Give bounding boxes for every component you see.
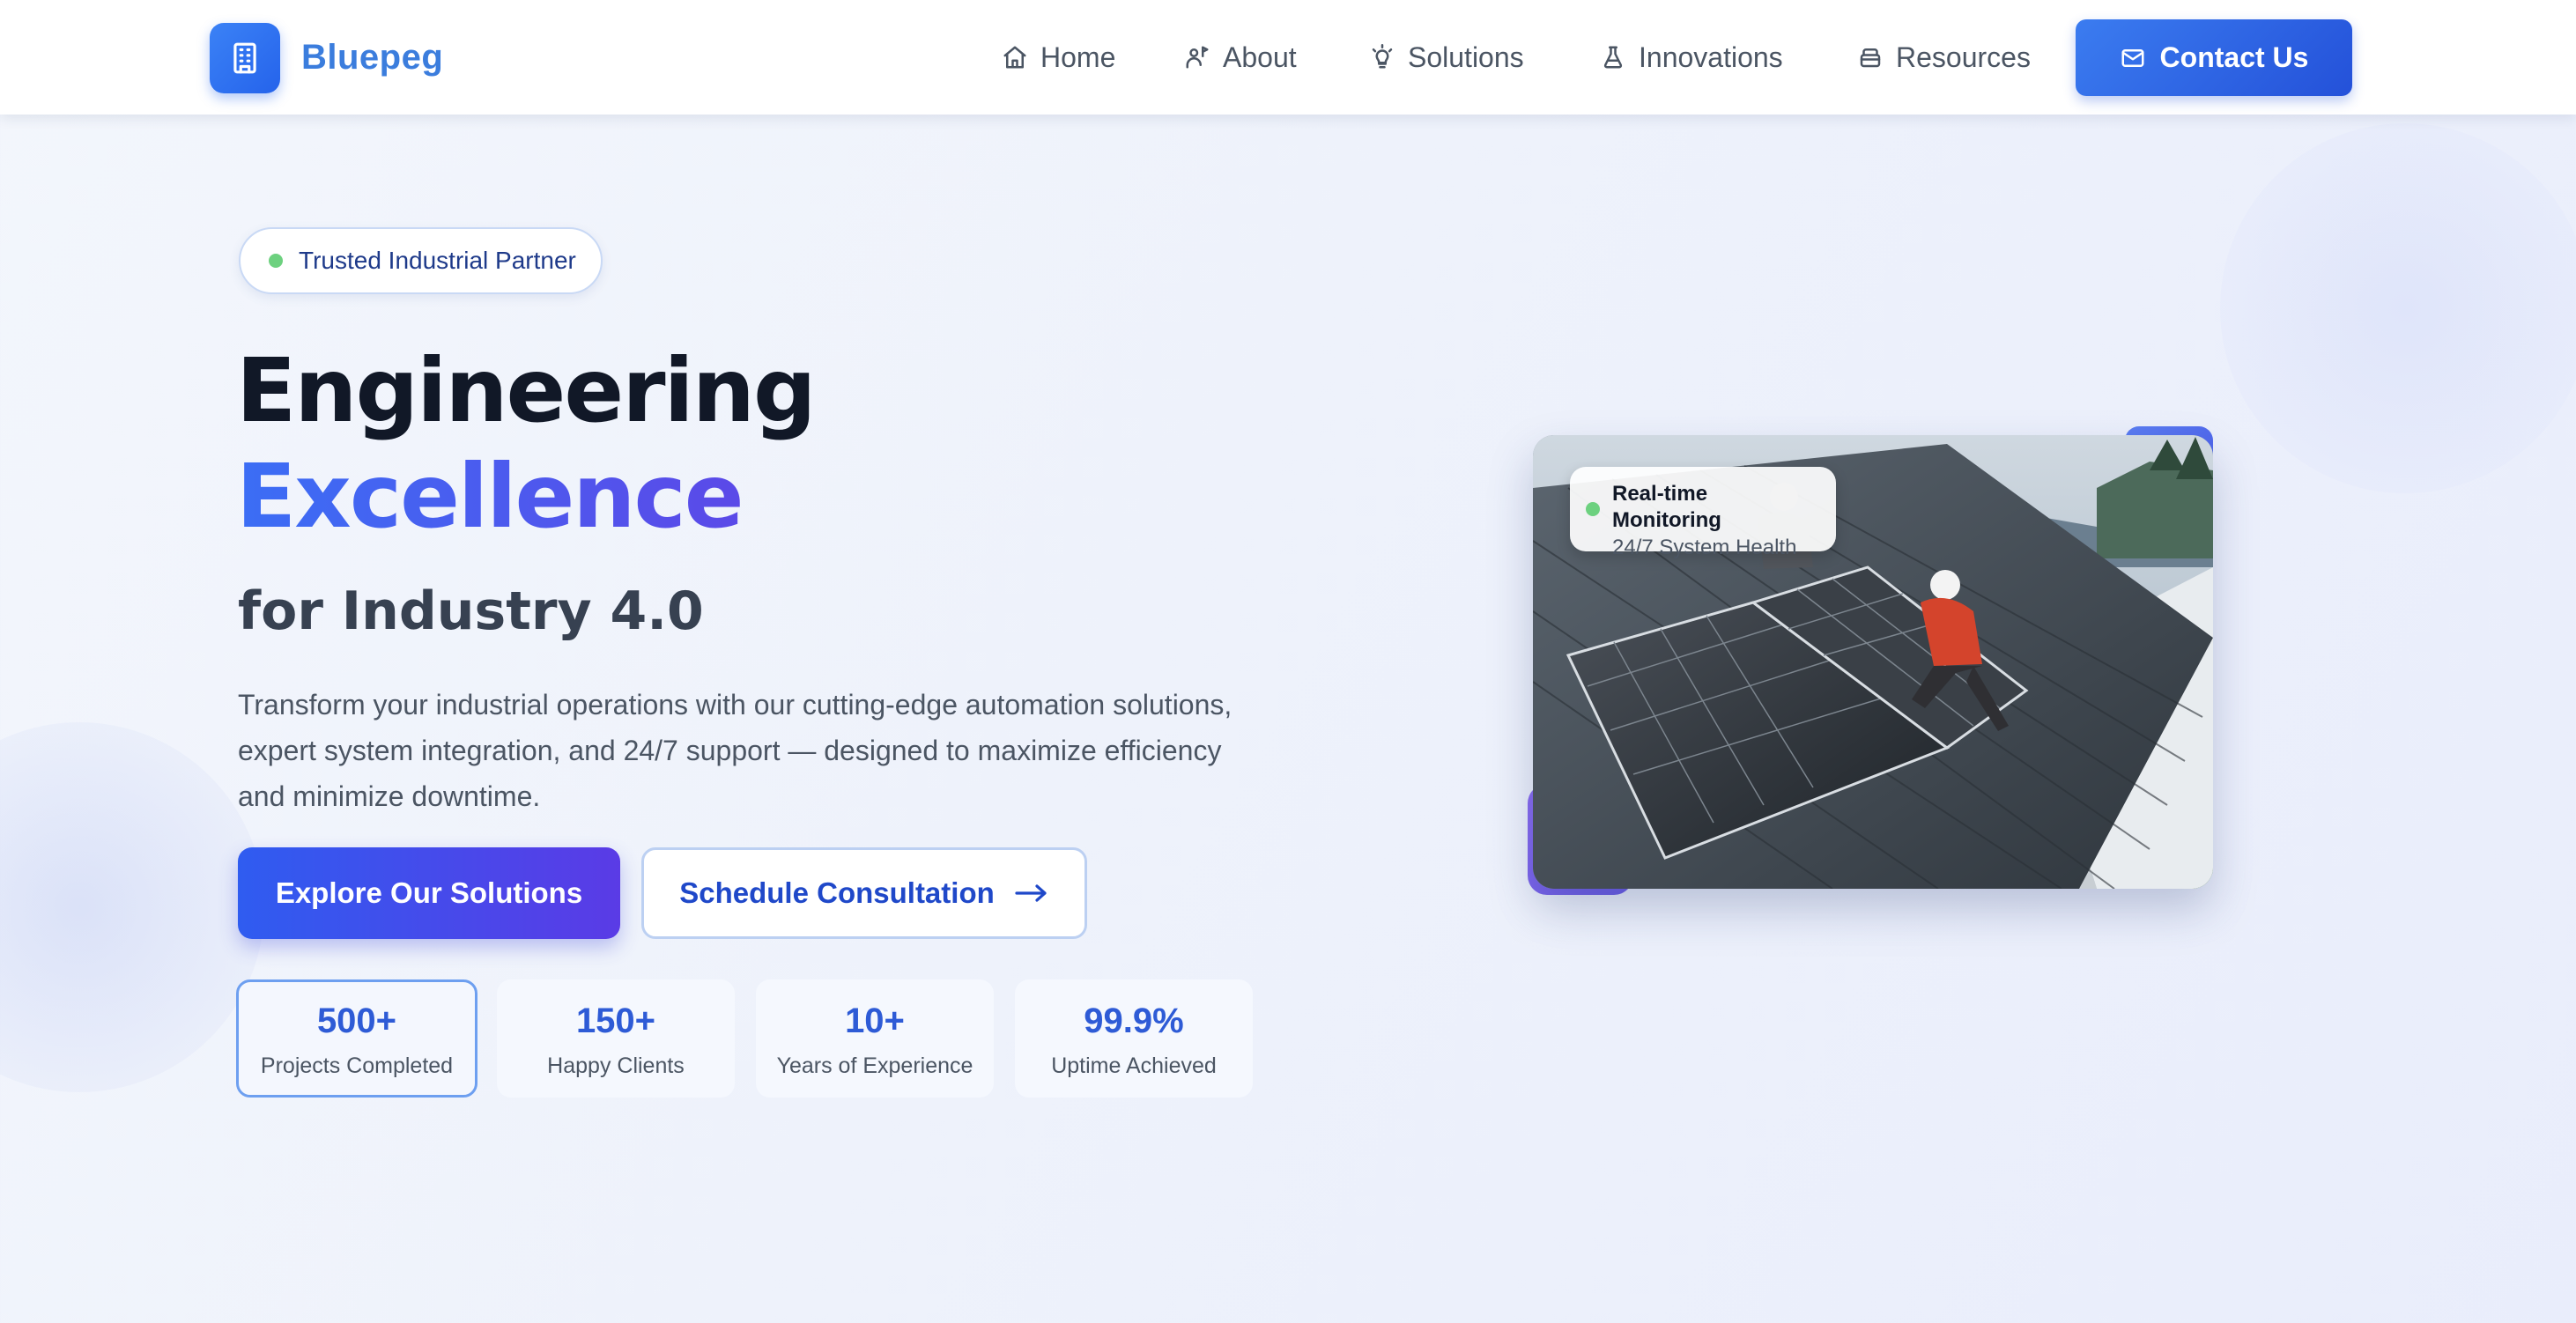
monitoring-title: Real-time Monitoring	[1612, 482, 1721, 532]
trusted-badge: Trusted Industrial Partner	[239, 227, 603, 294]
flask-icon	[1603, 46, 1623, 69]
arrow-right-icon	[1015, 884, 1047, 902]
badge-label: Trusted Industrial Partner	[299, 247, 576, 274]
nav-item-about[interactable]: About	[1184, 35, 1297, 79]
monitoring-card: Real-time Monitoring 24/7 System Health	[1570, 467, 1836, 559]
logo[interactable]	[210, 23, 280, 93]
stat-value: 99.9%	[1084, 1001, 1184, 1040]
stat-value: 150+	[575, 1001, 656, 1040]
background-glow	[0, 722, 264, 1092]
hero-description: Transform your industrial operations wit…	[238, 689, 1232, 812]
stat-card-uptime[interactable]: 99.9% Uptime Achieved	[1015, 979, 1253, 1098]
nav-item-home[interactable]: Home	[1002, 35, 1115, 79]
stat-label: Projects Completed	[260, 1053, 454, 1078]
nav-item-solutions[interactable]: Solutions	[1369, 35, 1524, 79]
stat-label: Uptime Achieved	[1051, 1053, 1217, 1078]
nav-label: Home	[1040, 41, 1116, 73]
stack-icon	[1860, 48, 1881, 68]
contact-us-label: Contact Us	[2159, 41, 2309, 73]
hero-subtitle: for Industry 4.0	[238, 580, 704, 642]
status-dot	[269, 254, 283, 268]
background-glow	[2220, 123, 2576, 493]
stat-label: Years of Experience	[776, 1053, 973, 1078]
person-flag-icon	[1186, 46, 1209, 69]
mail-icon	[2121, 48, 2144, 67]
status-dot	[1586, 502, 1600, 516]
explore-solutions-button[interactable]: Explore Our Solutions	[238, 847, 620, 939]
stat-value: 10+	[845, 1001, 905, 1040]
stat-card-experience[interactable]: 10+ Years of Experience	[756, 979, 994, 1098]
hero-title-line1: Engineering	[236, 339, 817, 442]
nav-label: Resources	[1896, 41, 2031, 73]
nav-item-innovations[interactable]: Innovations	[1600, 35, 1783, 79]
stat-value: 500+	[316, 1001, 397, 1040]
nav-label: Innovations	[1639, 41, 1783, 73]
stat-card-projects[interactable]: 500+ Projects Completed	[236, 979, 477, 1098]
nav-item-resources[interactable]: Resources	[1857, 35, 2031, 79]
stat-card-clients[interactable]: 150+ Happy Clients	[497, 979, 735, 1098]
nav-label: Solutions	[1408, 41, 1524, 73]
brand-name[interactable]: Bluepeg	[301, 35, 443, 79]
monitoring-subtitle: 24/7 System Health	[1612, 536, 1797, 559]
schedule-consultation-button[interactable]: Schedule Consultation	[641, 847, 1087, 939]
building-icon	[233, 42, 256, 74]
hero-title-line2: Excellence	[236, 445, 744, 548]
lightbulb-icon	[1372, 44, 1393, 69]
explore-solutions-label: Explore Our Solutions	[275, 876, 583, 909]
contact-us-button[interactable]: Contact Us	[2076, 19, 2352, 96]
home-icon	[1003, 46, 1026, 69]
stat-label: Happy Clients	[547, 1053, 685, 1078]
schedule-consultation-label: Schedule Consultation	[679, 876, 995, 909]
nav-label: About	[1223, 41, 1297, 73]
site-header: Bluepeg Home About Solutions Innovations…	[0, 0, 2576, 115]
